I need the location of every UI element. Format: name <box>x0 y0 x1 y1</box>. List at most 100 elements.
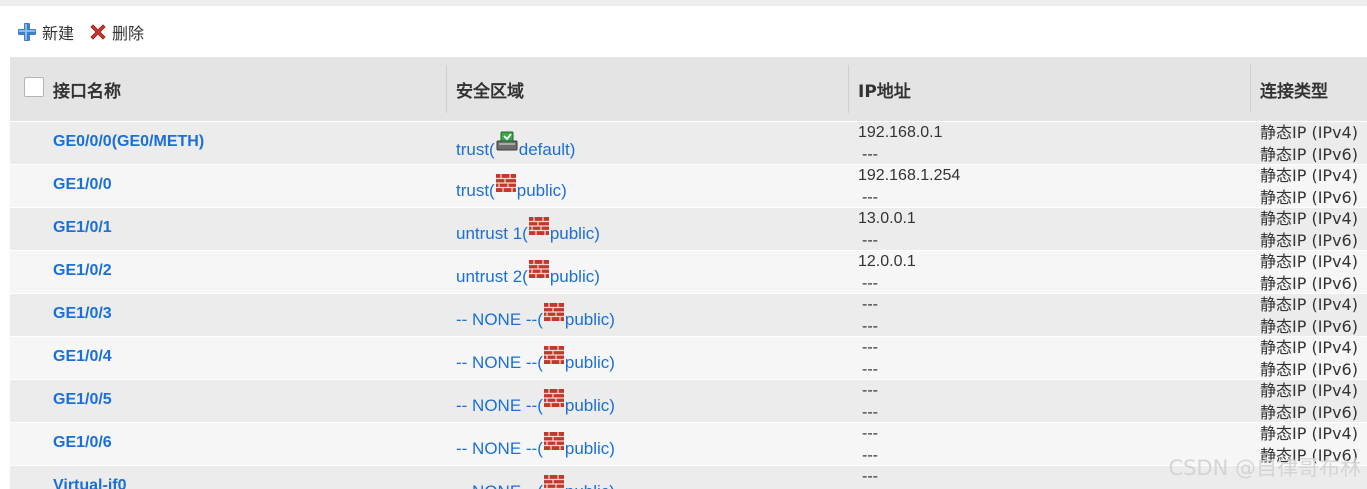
vsys-name: public) <box>516 181 567 200</box>
column-divider[interactable] <box>446 65 447 113</box>
table-row[interactable]: GE1/0/4 -- NONE --( public) --- --- 静态IP (IP… <box>10 336 1367 379</box>
interface-name-link[interactable]: GE1/0/5 <box>53 391 112 409</box>
table-row[interactable]: GE1/0/5 -- NONE --( public) --- --- 静态IP (IP… <box>10 379 1367 422</box>
watermark: CSDN @自律哥布林 <box>1168 456 1361 480</box>
connection-type-ipv4: 静态IP (IPv4) <box>1260 166 1358 185</box>
vsys-name: public) <box>549 224 600 243</box>
ip-address-cell: --- --- <box>858 423 878 467</box>
interface-name-link[interactable]: GE1/0/6 <box>53 434 112 452</box>
firewall-icon <box>543 389 564 412</box>
security-zone-link[interactable]: -- NONE --( public) <box>456 389 615 416</box>
zone-name: untrust 2( <box>456 267 528 286</box>
table-row[interactable]: Virtual-if0 -- NONE --( public) --- <box>10 465 1367 489</box>
ipv6-address: --- <box>862 361 878 378</box>
column-divider[interactable] <box>848 65 849 113</box>
ipv4-address: --- <box>862 382 878 399</box>
column-header-zone[interactable]: 安全区域 <box>456 57 524 121</box>
vsys-name: public) <box>549 267 600 286</box>
table-row[interactable]: GE1/0/1 untrust 1( public) 13.0.0.1 --- 静态IP… <box>10 207 1367 250</box>
firewall-icon <box>495 174 516 197</box>
column-divider[interactable] <box>1250 65 1251 113</box>
ipv4-address: --- <box>862 339 878 356</box>
select-all-checkbox[interactable] <box>24 77 44 97</box>
ip-address-cell: 192.168.1.254 --- <box>858 165 960 209</box>
ipv4-address: --- <box>862 296 878 313</box>
interface-name-link[interactable]: GE1/0/3 <box>53 305 112 323</box>
table-row[interactable]: GE1/0/2 untrust 2( public) 12.0.0.1 --- 静态IP… <box>10 250 1367 293</box>
security-zone-link[interactable]: trust( default) <box>456 131 575 160</box>
security-zone-link[interactable]: -- NONE --( public) <box>456 475 615 489</box>
interface-name-link[interactable]: GE1/0/1 <box>53 219 112 237</box>
vsys-default-icon <box>496 131 518 156</box>
firewall-icon <box>528 217 549 240</box>
security-zone-link[interactable]: trust( public) <box>456 174 567 201</box>
ip-address-cell: 13.0.0.1 --- <box>858 208 916 252</box>
delete-x-icon <box>88 22 108 42</box>
ipv4-address: 192.168.1.254 <box>858 167 961 184</box>
zone-name: -- NONE --( <box>456 439 543 458</box>
connection-type-cell: 静态IP (IPv4) 静态IP (IPv6) <box>1260 337 1358 380</box>
ip-address-cell: --- --- <box>858 337 878 381</box>
zone-name: -- NONE --( <box>456 310 543 329</box>
interface-name-link[interactable]: Virtual-if0 <box>53 477 127 489</box>
zone-name: -- NONE --( <box>456 396 543 415</box>
delete-button[interactable]: 删除 <box>88 20 144 44</box>
firewall-icon <box>543 432 564 455</box>
zone-name: -- NONE --( <box>456 482 543 489</box>
connection-type-ipv4: 静态IP (IPv4) <box>1260 424 1358 443</box>
connection-type-ipv6: 静态IP (IPv6) <box>1260 230 1358 250</box>
connection-type-cell: 静态IP (IPv4) 静态IP (IPv6) <box>1260 165 1358 208</box>
vsys-name: public) <box>565 482 615 489</box>
table-row[interactable]: GE1/0/6 -- NONE --( public) --- --- 静态IP (IP… <box>10 422 1367 465</box>
ip-address-cell: 12.0.0.1 --- <box>858 251 916 295</box>
connection-type-ipv6: 静态IP (IPv6) <box>1260 402 1358 422</box>
connection-type-ipv6: 静态IP (IPv6) <box>1260 187 1358 207</box>
toolbar: 新建 删除 <box>16 20 144 44</box>
column-header-ip[interactable]: IP地址 <box>858 57 911 121</box>
security-zone-link[interactable]: untrust 2( public) <box>456 260 600 287</box>
table-row[interactable]: GE0/0/0(GE0/METH) trust( default) 192.168.… <box>10 121 1367 164</box>
ipv4-address: --- <box>862 425 878 442</box>
delete-button-label: 删除 <box>112 24 145 43</box>
connection-type-cell: 静态IP (IPv4) 静态IP (IPv6) <box>1260 122 1358 165</box>
ipv6-address: --- <box>862 275 878 292</box>
interface-name-link[interactable]: GE0/0/0(GE0/METH) <box>53 133 204 151</box>
firewall-icon <box>543 475 564 489</box>
security-zone-link[interactable]: -- NONE --( public) <box>456 346 615 373</box>
zone-name: trust( <box>456 140 495 159</box>
new-button[interactable]: 新建 <box>16 20 74 44</box>
column-header-name[interactable]: 接口名称 <box>53 57 121 121</box>
column-header-conn[interactable]: 连接类型 <box>1260 57 1328 121</box>
interface-name-link[interactable]: GE1/0/0 <box>53 176 112 194</box>
zone-name: untrust 1( <box>456 224 528 243</box>
connection-type-ipv6: 静态IP (IPv6) <box>1260 144 1358 164</box>
plus-icon <box>16 21 38 43</box>
connection-type-cell: 静态IP (IPv4) 静态IP (IPv6) <box>1260 208 1358 251</box>
security-zone-link[interactable]: -- NONE --( public) <box>456 303 615 330</box>
security-zone-link[interactable]: untrust 1( public) <box>456 217 600 244</box>
firewall-icon <box>543 303 564 326</box>
connection-type-ipv4: 静态IP (IPv4) <box>1260 252 1358 271</box>
table-row[interactable]: GE1/0/3 -- NONE --( public) --- --- 静态IP (IP… <box>10 293 1367 336</box>
ipv4-address: 13.0.0.1 <box>858 210 916 227</box>
ipv4-address: 12.0.0.1 <box>858 253 916 270</box>
connection-type-ipv6: 静态IP (IPv6) <box>1260 273 1358 293</box>
interface-name-link[interactable]: GE1/0/4 <box>53 348 112 366</box>
firewall-icon <box>528 260 549 283</box>
table-row[interactable]: GE1/0/0 trust( public) 192.168.1.254 --- 静态I… <box>10 164 1367 207</box>
firewall-icon <box>543 346 564 369</box>
connection-type-cell: 静态IP (IPv4) 静态IP (IPv6) <box>1260 294 1358 337</box>
connection-type-ipv4: 静态IP (IPv4) <box>1260 381 1358 400</box>
connection-type-ipv4: 静态IP (IPv4) <box>1260 338 1358 357</box>
interface-name-link[interactable]: GE1/0/2 <box>53 262 112 280</box>
connection-type-cell: 静态IP (IPv4) 静态IP (IPv6) <box>1260 380 1358 423</box>
security-zone-link[interactable]: -- NONE --( public) <box>456 432 615 459</box>
ip-address-cell: --- --- <box>858 294 878 338</box>
new-button-label: 新建 <box>42 24 75 43</box>
connection-type-ipv6: 静态IP (IPv6) <box>1260 359 1358 379</box>
connection-type-ipv4: 静态IP (IPv4) <box>1260 209 1358 228</box>
zone-name: -- NONE --( <box>456 353 543 372</box>
table-header: 接口名称 安全区域 IP地址 连接类型 <box>10 57 1367 121</box>
top-strip <box>0 0 1367 6</box>
ipv6-address: --- <box>862 318 878 335</box>
